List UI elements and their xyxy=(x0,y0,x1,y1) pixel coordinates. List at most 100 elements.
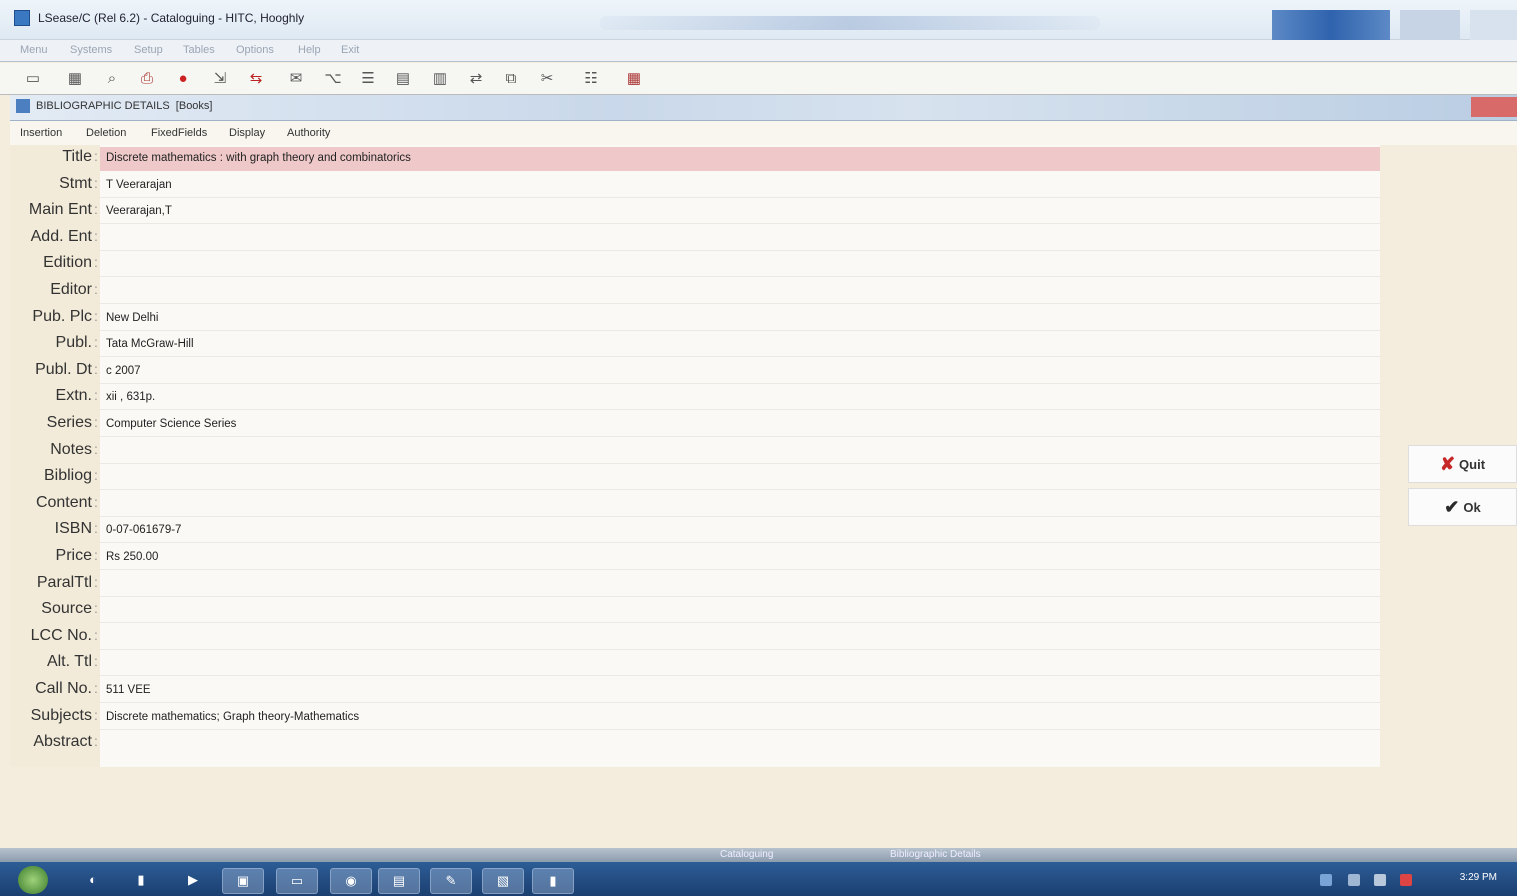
field-value-subjects[interactable]: Discrete mathematics; Graph theory-Mathe… xyxy=(106,711,359,723)
field-value-call-no[interactable]: 511 VEE xyxy=(106,684,151,696)
field-row-notes: Notes : xyxy=(10,438,1380,464)
tools-icon[interactable]: ✂ xyxy=(536,69,558,89)
field-value-isbn[interactable]: 0-07-061679-7 xyxy=(106,524,181,536)
menu-display[interactable]: Display xyxy=(229,127,265,139)
window-titlebar: LSease/C (Rel 6.2) - Cataloguing - HITC,… xyxy=(0,0,1517,40)
field-label: Publ. xyxy=(55,334,92,352)
chrome-icon[interactable]: ◉ xyxy=(330,868,372,894)
field-value-series[interactable]: Computer Science Series xyxy=(106,418,236,430)
window-title: LSease/C (Rel 6.2) - Cataloguing - HITC,… xyxy=(38,11,305,25)
taskbar: ◐ ▮ ▶ ▣ ▭ ◉ ▤ ✎ ▧ ▮ 3:29 PM xyxy=(0,862,1517,896)
export-icon[interactable]: ⇆ xyxy=(245,69,267,89)
check-icon: ✔ xyxy=(1444,496,1460,517)
pdf-icon[interactable]: ▮ xyxy=(532,868,574,894)
menu-item-menu[interactable]: Menu xyxy=(20,44,48,56)
alert-icon[interactable] xyxy=(1400,874,1412,886)
database-icon[interactable]: ▥ xyxy=(429,69,451,89)
field-label: Editor xyxy=(50,281,92,298)
inner-close-button[interactable] xyxy=(1471,97,1517,117)
field-row-add-ent: Add. Ent : xyxy=(10,225,1380,251)
app-icon xyxy=(14,10,30,26)
ok-label: Ok xyxy=(1463,499,1481,515)
print-icon[interactable]: ⎙ xyxy=(136,69,158,89)
field-row-alt-ttl: Alt. Ttl : xyxy=(10,650,1380,677)
window-icon[interactable]: ▤ xyxy=(378,868,420,894)
field-row-paralttl: ParalTtl : xyxy=(10,571,1380,597)
field-label: Extn. xyxy=(55,387,92,405)
explorer-icon[interactable]: ▮ xyxy=(124,868,158,894)
new-icon[interactable]: ▭ xyxy=(22,69,44,89)
field-row-bibliog: Bibliog : xyxy=(10,464,1380,491)
menu-item-tables[interactable]: Tables xyxy=(183,44,215,56)
start-button[interactable] xyxy=(18,866,48,894)
search-icon[interactable]: ⌕ xyxy=(101,69,123,89)
field-label: Add. Ent xyxy=(30,227,92,245)
field-value-stmt[interactable]: T Veerarajan xyxy=(106,179,172,191)
volume-icon[interactable] xyxy=(1374,874,1386,886)
inner-window-title: BIBLIOGRAPHIC DETAILS xyxy=(36,100,170,112)
ie-icon[interactable]: ◐ xyxy=(76,868,110,894)
field-value-title[interactable]: Discrete mathematics : with graph theory… xyxy=(106,152,411,164)
image-icon[interactable]: ▧ xyxy=(482,868,524,894)
form-icon[interactable]: ▤ xyxy=(392,69,414,89)
tree-icon[interactable]: ⌥ xyxy=(322,69,344,89)
menubar: Menu Systems Setup Tables Options Help E… xyxy=(0,40,1517,62)
status-left: Cataloguing xyxy=(720,849,774,860)
close-window-button[interactable] xyxy=(1470,10,1517,40)
field-value-extn[interactable]: xii , 631p. xyxy=(106,391,155,403)
field-row-stmt: Stmt : T Veerarajan xyxy=(10,172,1380,198)
calendar-icon[interactable]: ▦ xyxy=(623,69,645,89)
field-value-publ[interactable]: Tata McGraw-Hill xyxy=(106,338,194,350)
maximize-button[interactable] xyxy=(1400,10,1460,40)
folder-icon[interactable]: ▭ xyxy=(276,868,318,894)
flag-icon[interactable] xyxy=(1348,874,1360,886)
stop-icon[interactable]: ● xyxy=(172,69,194,89)
users-icon[interactable]: ☷ xyxy=(580,69,602,89)
paint-icon[interactable]: ✎ xyxy=(430,868,472,894)
field-value-price[interactable]: Rs 250.00 xyxy=(106,551,158,563)
field-row-call-no: Call No. : 511 VEE xyxy=(10,677,1380,703)
inner-window-subtitle: [Books] xyxy=(175,100,213,112)
save-icon[interactable]: ▦ xyxy=(64,69,86,89)
field-label: Publ. Dt xyxy=(35,360,92,378)
minimize-button[interactable] xyxy=(1272,10,1390,40)
field-value-pub-plc[interactable]: New Delhi xyxy=(106,312,158,324)
field-label: Stmt xyxy=(59,174,92,192)
menu-item-exit[interactable]: Exit xyxy=(341,44,359,56)
field-row-subjects: Subjects : Discrete mathematics; Graph t… xyxy=(10,704,1380,730)
taskbar-app-icon[interactable]: ▣ xyxy=(222,868,264,894)
field-value-publ-dt[interactable]: c 2007 xyxy=(106,365,141,377)
menu-item-setup[interactable]: Setup xyxy=(134,44,163,56)
books-icon[interactable]: ☰ xyxy=(357,69,379,89)
field-value-main-ent[interactable]: Veerarajan,T xyxy=(106,205,172,217)
copy-icon[interactable]: ⧉ xyxy=(500,69,522,89)
clock[interactable]: 3:29 PM xyxy=(1460,872,1497,883)
menu-item-help[interactable]: Help xyxy=(298,44,321,56)
menu-item-systems[interactable]: Systems xyxy=(70,44,112,56)
menu-item-options[interactable]: Options xyxy=(236,44,274,56)
transfer-icon[interactable]: ⇄ xyxy=(465,69,487,89)
report-icon[interactable]: ✉ xyxy=(285,69,307,89)
import-icon[interactable]: ⇲ xyxy=(209,69,231,89)
field-label: Subjects xyxy=(30,706,92,724)
menu-authority[interactable]: Authority xyxy=(287,127,330,139)
field-row-publ: Publ. : Tata McGraw-Hill xyxy=(10,331,1380,358)
field-label: LCC No. xyxy=(30,626,92,644)
quit-button[interactable]: ✘ Quit xyxy=(1408,445,1517,483)
field-row-publ-dt: Publ. Dt : c 2007 xyxy=(10,358,1380,384)
field-label: Series xyxy=(46,414,92,431)
menu-insertion[interactable]: Insertion xyxy=(20,127,62,139)
network-icon[interactable] xyxy=(1320,874,1332,886)
media-icon[interactable]: ▶ xyxy=(176,868,210,894)
menu-fixedfields[interactable]: FixedFields xyxy=(151,127,207,139)
field-label: Alt. Ttl xyxy=(46,653,92,671)
field-label: Content xyxy=(35,493,92,511)
ok-button[interactable]: ✔ Ok xyxy=(1408,488,1517,526)
field-label: ISBN xyxy=(54,520,92,538)
field-label: Abstract xyxy=(33,733,92,751)
field-label: Call No. xyxy=(35,680,92,697)
field-row-pub-plc: Pub. Plc : New Delhi xyxy=(10,305,1380,331)
inner-window-titlebar: BIBLIOGRAPHIC DETAILS [Books] xyxy=(10,95,1517,121)
menu-deletion[interactable]: Deletion xyxy=(86,127,126,139)
field-row-editor: Editor : xyxy=(10,278,1380,304)
